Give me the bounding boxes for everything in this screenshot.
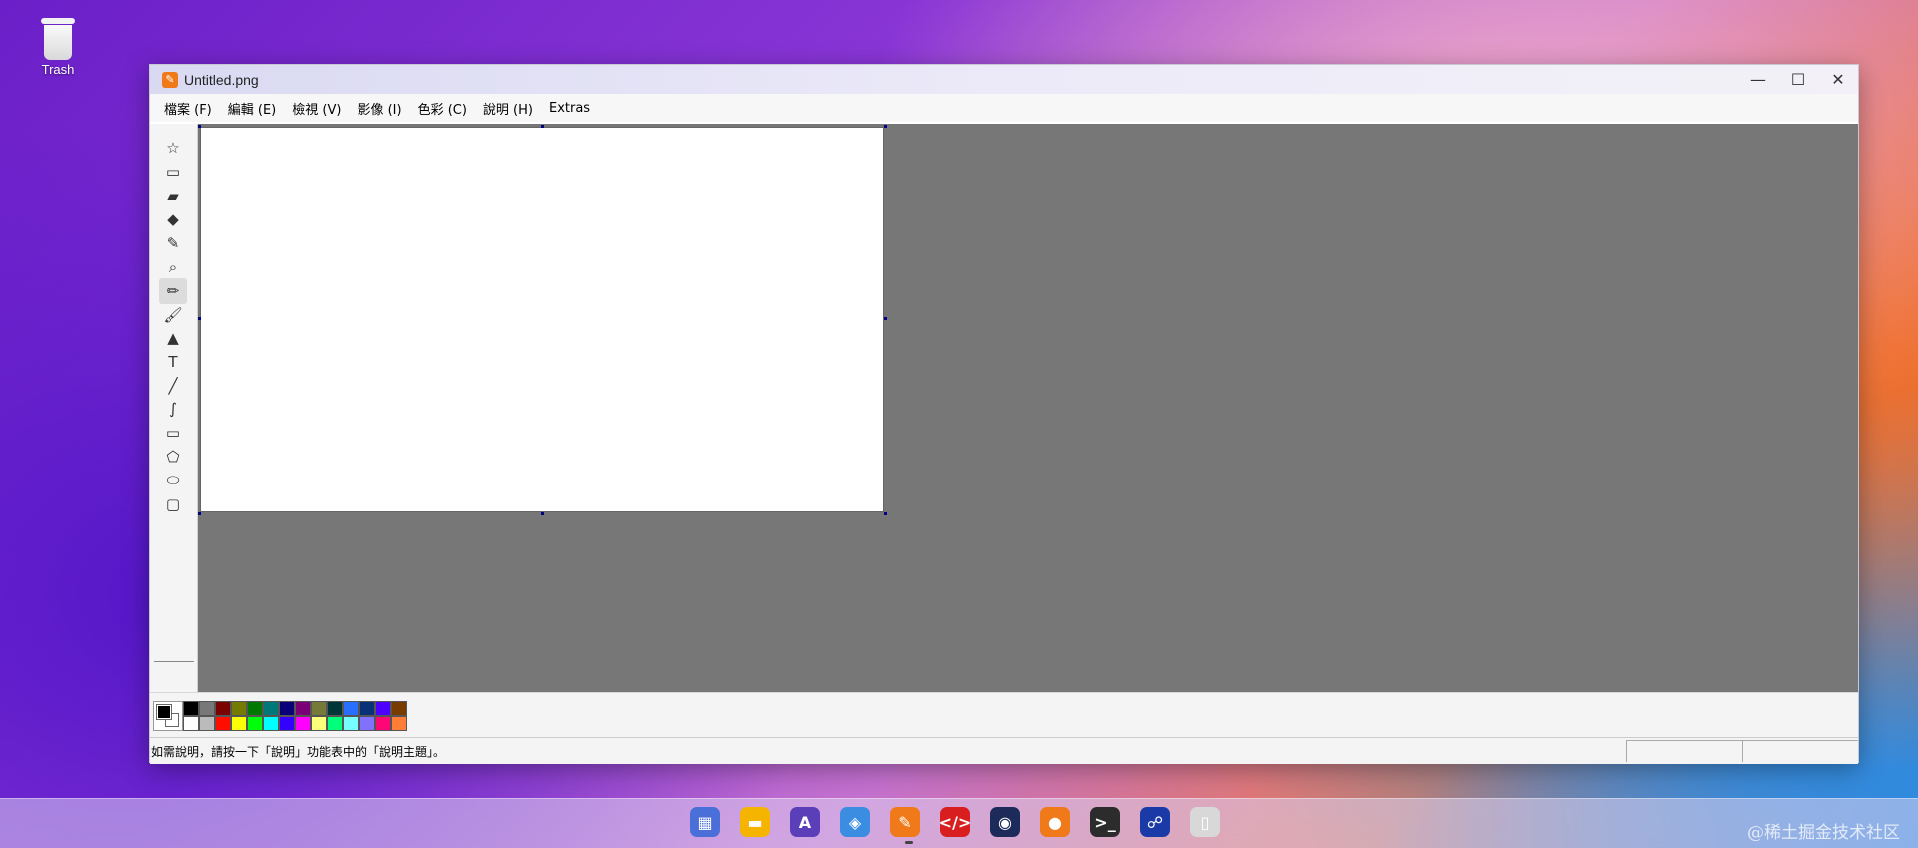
launcher-icon[interactable]: ▦ (690, 807, 720, 837)
foreground-color[interactable] (156, 704, 172, 720)
current-colors[interactable] (153, 701, 183, 731)
toolbox-divider (154, 661, 194, 662)
status-text: 如需說明，請按一下「說明」功能表中的「說明主題」。 (151, 744, 446, 759)
color-swatch[interactable] (215, 716, 231, 731)
color-palette-bar (150, 692, 1858, 737)
color-swatch[interactable] (279, 716, 295, 731)
status-cell-size (1742, 740, 1858, 762)
trash-icon[interactable]: ▯ (1190, 807, 1220, 837)
window-title: Untitled.png (184, 71, 259, 88)
desktop-trash-label: Trash (41, 62, 75, 77)
color-swatch[interactable] (391, 716, 407, 731)
color-swatch[interactable] (263, 716, 279, 731)
color-swatch[interactable] (391, 701, 407, 716)
color-swatch[interactable] (327, 701, 343, 716)
color-swatch[interactable] (199, 701, 215, 716)
color-swatch[interactable] (247, 701, 263, 716)
watermark: @稀土掘金技术社区 (1747, 823, 1900, 843)
minimize-button[interactable]: — (1738, 65, 1778, 94)
menu-colors[interactable]: 色彩 (C) (410, 99, 475, 118)
camera-icon[interactable]: ◉ (990, 807, 1020, 837)
color-swatch[interactable] (343, 701, 359, 716)
airbrush-icon[interactable]: ▲ (159, 325, 187, 351)
resize-handle-topleft (198, 125, 201, 128)
color-swatch[interactable] (343, 716, 359, 731)
color-swatch[interactable] (215, 701, 231, 716)
color-swatch[interactable] (183, 701, 199, 716)
status-bar: 如需說明，請按一下「說明」功能表中的「說明主題」。 (150, 737, 1858, 764)
pencil-icon[interactable]: ✏ (159, 278, 187, 304)
resize-handle-topright (884, 125, 887, 128)
paint-app-icon: ✎ (162, 71, 178, 88)
toolbox: ☆ ▭ ▰ ◆ ✎ ⌕ ✏ 🖌 ▲ T ╱ ∫ ▭ ⬠ ⬭ ▢ (150, 124, 198, 692)
trash-icon (41, 16, 75, 60)
color-swatch[interactable] (311, 716, 327, 731)
desktop-trash[interactable]: Trash (28, 16, 88, 77)
paint-icon[interactable]: ✎ (890, 807, 920, 837)
menu-bar: 檔案 (F) 編輯 (E) 檢視 (V) 影像 (I) 色彩 (C) 說明 (H… (150, 94, 1858, 122)
text-icon[interactable]: T (159, 349, 187, 375)
color-swatches (183, 701, 407, 731)
rounded-rect-icon[interactable]: ▢ (159, 491, 187, 517)
taskbar-dock: ▦ ▬ A ◈ ✎ </> ◉ ● >_ ☍ ▯ (0, 798, 1918, 848)
color-swatch[interactable] (247, 716, 263, 731)
active-app-indicator (905, 841, 913, 844)
color-picker-icon[interactable]: ✎ (159, 230, 187, 256)
color-swatch[interactable] (295, 716, 311, 731)
menu-file[interactable]: 檔案 (F) (156, 99, 220, 118)
color-swatch[interactable] (199, 716, 215, 731)
files-icon[interactable]: ▬ (740, 807, 770, 837)
drawing-canvas[interactable] (200, 127, 884, 512)
menu-help[interactable]: 說明 (H) (475, 99, 541, 118)
resize-handle-left (198, 317, 201, 320)
color-swatch[interactable] (183, 716, 199, 731)
ellipse-icon[interactable]: ⬭ (159, 467, 187, 493)
paint-window: ✎ Untitled.png — ☐ ✕ 檔案 (F) 編輯 (E) 檢視 (V… (149, 64, 1859, 764)
network-icon[interactable]: ☍ (1140, 807, 1170, 837)
text-editor-icon[interactable]: A (790, 807, 820, 837)
color-swatch[interactable] (279, 701, 295, 716)
magnifier-icon[interactable]: ⌕ (159, 254, 187, 280)
color-swatch[interactable] (359, 716, 375, 731)
resize-handle-right[interactable] (884, 317, 887, 320)
curve-icon[interactable]: ∫ (159, 396, 187, 422)
resize-handle-bottom[interactable] (541, 512, 544, 515)
free-select-icon[interactable]: ☆ (159, 135, 187, 161)
title-bar[interactable]: ✎ Untitled.png — ☐ ✕ (150, 65, 1858, 94)
color-swatch[interactable] (311, 701, 327, 716)
color-swatch[interactable] (327, 716, 343, 731)
color-swatch[interactable] (231, 716, 247, 731)
menu-view[interactable]: 檢視 (V) (284, 99, 349, 118)
resize-handle-corner[interactable] (884, 512, 887, 515)
microphone-icon[interactable]: ● (1040, 807, 1070, 837)
rectangle-icon[interactable]: ▭ (159, 420, 187, 446)
color-swatch[interactable] (375, 701, 391, 716)
menu-image[interactable]: 影像 (I) (349, 99, 409, 118)
resize-handle-top (541, 125, 544, 128)
color-swatch[interactable] (359, 701, 375, 716)
code-icon[interactable]: </> (939, 807, 971, 837)
canvas-workarea[interactable] (198, 124, 1858, 692)
boxes-icon[interactable]: ◈ (840, 807, 870, 837)
close-button[interactable]: ✕ (1818, 65, 1858, 94)
rect-select-icon[interactable]: ▭ (159, 159, 187, 185)
color-swatch[interactable] (375, 716, 391, 731)
status-cell-position (1626, 740, 1742, 762)
color-swatch[interactable] (263, 701, 279, 716)
menu-extras[interactable]: Extras (541, 101, 598, 116)
color-swatch[interactable] (295, 701, 311, 716)
maximize-button[interactable]: ☐ (1778, 65, 1818, 94)
menu-edit[interactable]: 編輯 (E) (220, 99, 285, 118)
terminal-icon[interactable]: >_ (1090, 807, 1120, 837)
fill-bucket-icon[interactable]: ◆ (159, 206, 187, 232)
color-swatch[interactable] (231, 701, 247, 716)
resize-handle-bottomleft (198, 512, 201, 515)
